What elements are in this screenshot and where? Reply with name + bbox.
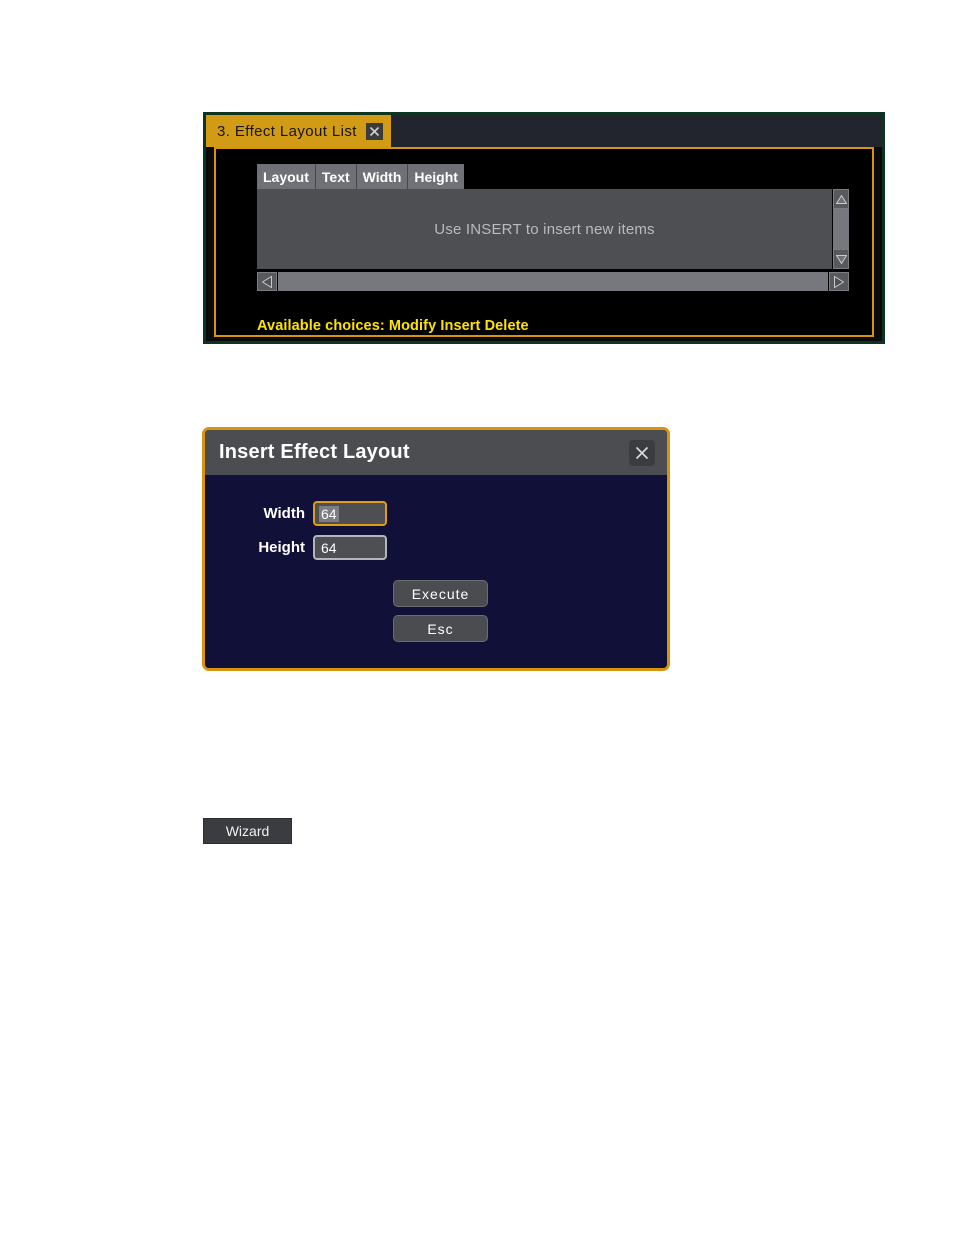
triangle-down-icon[interactable] (833, 249, 849, 269)
horizontal-scrollbar[interactable] (257, 272, 849, 291)
execute-button[interactable]: Execute (393, 580, 488, 607)
list-empty-message: Use INSERT to insert new items (434, 220, 655, 238)
panel-titlebar: 3. Effect Layout List (206, 115, 882, 147)
available-choices-status: Available choices: Modify Insert Delete (257, 318, 529, 334)
tab-label: 3. Effect Layout List (217, 122, 357, 140)
tab-effect-layout-list[interactable]: 3. Effect Layout List (206, 115, 391, 147)
vertical-scrollbar[interactable] (833, 189, 849, 269)
width-label: Width (263, 505, 305, 522)
column-header-height[interactable]: Height (408, 164, 464, 189)
vertical-scrollbar-thumb[interactable] (833, 209, 849, 249)
width-value: 64 (319, 505, 339, 522)
close-icon[interactable] (629, 439, 655, 466)
triangle-up-icon[interactable] (833, 189, 849, 209)
dialog-titlebar: Insert Effect Layout (205, 430, 667, 475)
height-label: Height (258, 539, 305, 556)
effect-layout-list-panel: 3. Effect Layout List Layout Text Width … (203, 112, 885, 344)
triangle-right-icon[interactable] (829, 272, 849, 291)
width-input[interactable]: 64 (313, 501, 387, 526)
list-column-headers: Layout Text Width Height (257, 164, 464, 189)
horizontal-scrollbar-thumb[interactable] (278, 272, 828, 291)
insert-effect-layout-dialog: Insert Effect Layout Width 64 Height 64 … (202, 427, 670, 671)
dialog-body: Width 64 Height 64 Execute Esc (205, 475, 667, 668)
height-field-row: Height 64 (235, 535, 387, 560)
column-header-text[interactable]: Text (315, 164, 357, 189)
effect-layout-list-widget: Layout Text Width Height Use INSERT to i… (257, 164, 849, 309)
wizard-button[interactable]: Wizard (203, 818, 292, 844)
dialog-title: Insert Effect Layout (219, 441, 410, 463)
panel-content-area: Layout Text Width Height Use INSERT to i… (214, 147, 874, 337)
triangle-left-icon[interactable] (257, 272, 277, 291)
width-field-row: Width 64 (235, 501, 387, 526)
esc-button[interactable]: Esc (393, 615, 488, 642)
close-icon[interactable] (365, 122, 383, 140)
height-input[interactable]: 64 (313, 535, 387, 560)
height-value: 64 (321, 539, 337, 556)
column-header-layout[interactable]: Layout (257, 164, 316, 189)
list-body[interactable]: Use INSERT to insert new items (257, 189, 832, 269)
column-header-width[interactable]: Width (356, 164, 409, 189)
